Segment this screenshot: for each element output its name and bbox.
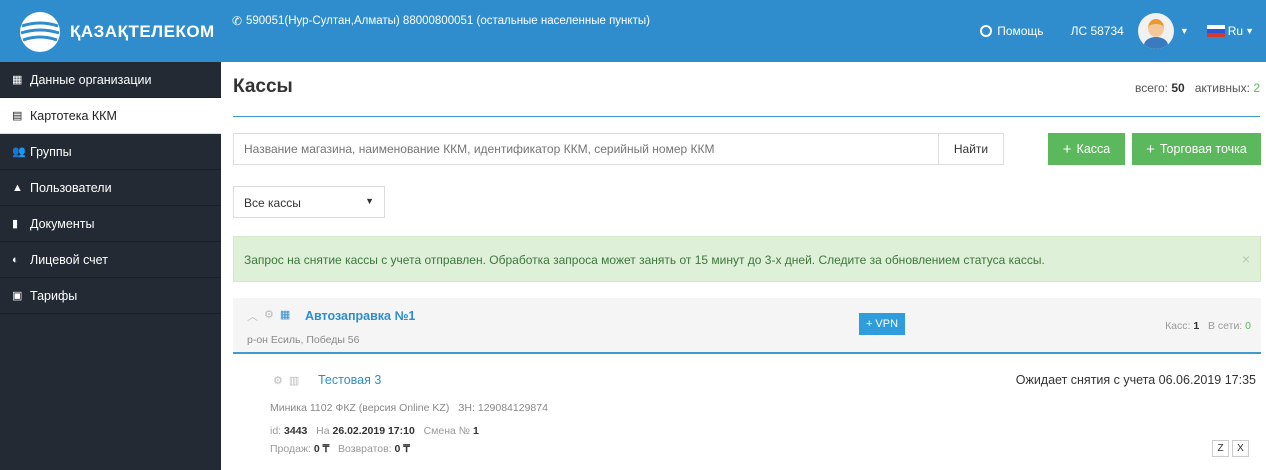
wallet-icon: ◐ xyxy=(12,253,19,266)
lifebuoy-icon xyxy=(980,25,993,37)
sidebar-item-label: Данные организации xyxy=(30,72,152,87)
sidebar-item-kkm[interactable]: ▤ Картотека ККМ xyxy=(0,98,221,134)
chevron-down-icon: ▼ xyxy=(1245,26,1254,36)
kkm-row: ⚙ ▥ Тестовая 3 Ожидает снятия с учета 06… xyxy=(233,362,1261,470)
id-label: id: xyxy=(270,425,282,437)
calculator-icon: ▤ xyxy=(12,110,23,122)
add-point-label: Торговая точка xyxy=(1159,142,1247,156)
avatar[interactable] xyxy=(1137,13,1174,49)
support-phone: ✆ 590051(Нур-Султан,Алматы) 88000800051 … xyxy=(232,13,652,30)
main-content: Кассы всего: 50 активных: 2 Найти + Касс… xyxy=(221,62,1266,470)
active-label: активных: xyxy=(1194,81,1250,95)
point-name[interactable]: Автозаправка №1 xyxy=(305,309,415,323)
model-name: Миника 1102 ФКZ (версия Online KZ) xyxy=(270,402,450,414)
kkm-sales: Продаж: 0 ₸ Возвратов: 0 ₸ xyxy=(270,443,410,455)
serial-label: ЗН: xyxy=(458,402,475,414)
shift-value: 1 xyxy=(472,425,479,437)
sidebar-item-label: Тарифы xyxy=(30,288,78,303)
on-label: На xyxy=(316,425,330,437)
sidebar-item-documents[interactable]: ▮ Документы xyxy=(0,206,221,242)
add-vpn-button[interactable]: + VPN xyxy=(859,313,905,335)
point-address: р-он Есиль, Победы 56 xyxy=(247,334,360,346)
flag-icon xyxy=(1206,25,1225,37)
sidebar-item-tariffs[interactable]: ▣ Тарифы xyxy=(0,278,221,314)
title-divider xyxy=(233,116,1260,117)
building-icon: ▦ xyxy=(12,74,23,86)
tariff-icon: ▣ xyxy=(12,290,23,302)
plus-icon: + xyxy=(1146,140,1155,158)
point-counts: Касс: 1 В сети: 0 xyxy=(1165,320,1251,332)
active-value: 2 xyxy=(1253,81,1260,95)
help-label: Помощь xyxy=(997,24,1044,38)
sidebar-item-label: Группы xyxy=(30,144,72,159)
users-icon: 👥 xyxy=(12,146,26,158)
add-kassa-button[interactable]: + Касса xyxy=(1048,133,1125,165)
on-value: 26.02.2019 17:10 xyxy=(332,425,415,437)
shift-label: Смена № xyxy=(423,425,471,437)
sidebar: ▦ Данные организации ▤ Картотека ККМ 👥 Г… xyxy=(0,62,221,470)
sidebar-item-label: Лицевой счет xyxy=(30,252,108,267)
vpn-label: VPN xyxy=(875,318,899,330)
brand-name: ҚАЗАҚТЕЛЕКОМ xyxy=(70,22,215,41)
sales-label: Продаж: xyxy=(270,443,311,455)
add-point-button[interactable]: + Торговая точка xyxy=(1132,133,1261,165)
find-button[interactable]: Найти xyxy=(938,133,1004,165)
alert-text: Запрос на снятие кассы с учета отправлен… xyxy=(244,253,1045,267)
phone-text: 590051(Нур-Султан,Алматы) 88000800051 (о… xyxy=(246,15,650,27)
serial-value: 129084129874 xyxy=(477,402,548,414)
page-title: Кассы xyxy=(233,76,293,97)
plus-icon: + xyxy=(1062,140,1072,158)
gear-icon[interactable]: ⚙ xyxy=(264,308,274,324)
success-alert: Запрос на снятие кассы с учета отправлен… xyxy=(233,236,1261,282)
kkm-name[interactable]: Тестовая 3 xyxy=(318,373,381,387)
point-header: ︿ ⚙ ▦ Автозаправка №1 р-он Есиль, Победы… xyxy=(233,298,1261,354)
returns-label: Возвратов: xyxy=(338,443,392,455)
filter-value: Все кассы xyxy=(244,196,301,210)
globe-logo-icon xyxy=(20,12,60,52)
top-bar: ҚАЗАҚТЕЛЕКОМ ✆ 590051(Нур-Султан,Алматы)… xyxy=(0,0,1266,62)
phone-icon: ✆ xyxy=(232,14,243,28)
logo[interactable]: ҚАЗАҚТЕЛЕКОМ xyxy=(18,10,215,54)
language-selector[interactable]: Ru ▼ xyxy=(1206,24,1254,38)
add-kassa-label: Касса xyxy=(1076,142,1111,156)
sidebar-item-label: Пользователи xyxy=(30,180,112,195)
x-report-button[interactable]: X xyxy=(1232,440,1249,457)
kass-label: Касс: xyxy=(1165,320,1191,332)
sidebar-item-organization[interactable]: ▦ Данные организации xyxy=(0,62,221,98)
online-label: В сети: xyxy=(1207,320,1243,332)
kassa-counts: всего: 50 активных: 2 xyxy=(1135,81,1260,95)
online-value: 0 xyxy=(1245,320,1251,332)
kkm-status: Ожидает снятия с учета 06.06.2019 17:35 xyxy=(1015,373,1256,387)
sidebar-item-groups[interactable]: 👥 Группы xyxy=(0,134,221,170)
language-label: Ru xyxy=(1227,24,1244,38)
sidebar-item-label: Документы xyxy=(30,216,95,231)
total-label: всего: xyxy=(1134,81,1169,95)
sidebar-item-label: Картотека ККМ xyxy=(30,108,117,123)
z-report-button[interactable]: Z xyxy=(1212,440,1229,457)
kass-value: 1 xyxy=(1193,320,1200,332)
returns-value: 0 ₸ xyxy=(394,443,410,455)
account-number[interactable]: ЛС 58734 xyxy=(1071,24,1124,38)
calendar-icon: ▦ xyxy=(279,309,291,321)
document-icon: ▮ xyxy=(12,218,19,230)
user-menu-caret-icon[interactable]: ▼ xyxy=(1180,26,1189,36)
gear-icon[interactable]: ⚙ xyxy=(273,374,283,387)
search-input[interactable] xyxy=(233,133,1003,165)
help-link[interactable]: Помощь xyxy=(980,24,1044,38)
register-icon: ▥ xyxy=(288,375,300,387)
sales-value: 0 ₸ xyxy=(313,443,330,455)
chevron-up-icon[interactable]: ︿ xyxy=(247,308,258,324)
total-value: 50 xyxy=(1171,81,1185,95)
kkm-meta: id: 3443 На 26.02.2019 17:10 Смена № 1 xyxy=(270,425,479,437)
user-icon: ▲ xyxy=(12,181,23,194)
kkm-model: Миника 1102 ФКZ (версия Online KZ) ЗН: 1… xyxy=(270,402,548,414)
sidebar-item-account[interactable]: ◐ Лицевой счет xyxy=(0,242,221,278)
chevron-down-icon: ▼ xyxy=(365,196,374,206)
sidebar-item-users[interactable]: ▲ Пользователи xyxy=(0,170,221,206)
kassa-filter-select[interactable]: Все кассы ▼ xyxy=(233,186,385,218)
close-icon[interactable]: × xyxy=(1242,251,1250,267)
id-value: 3443 xyxy=(284,425,308,437)
